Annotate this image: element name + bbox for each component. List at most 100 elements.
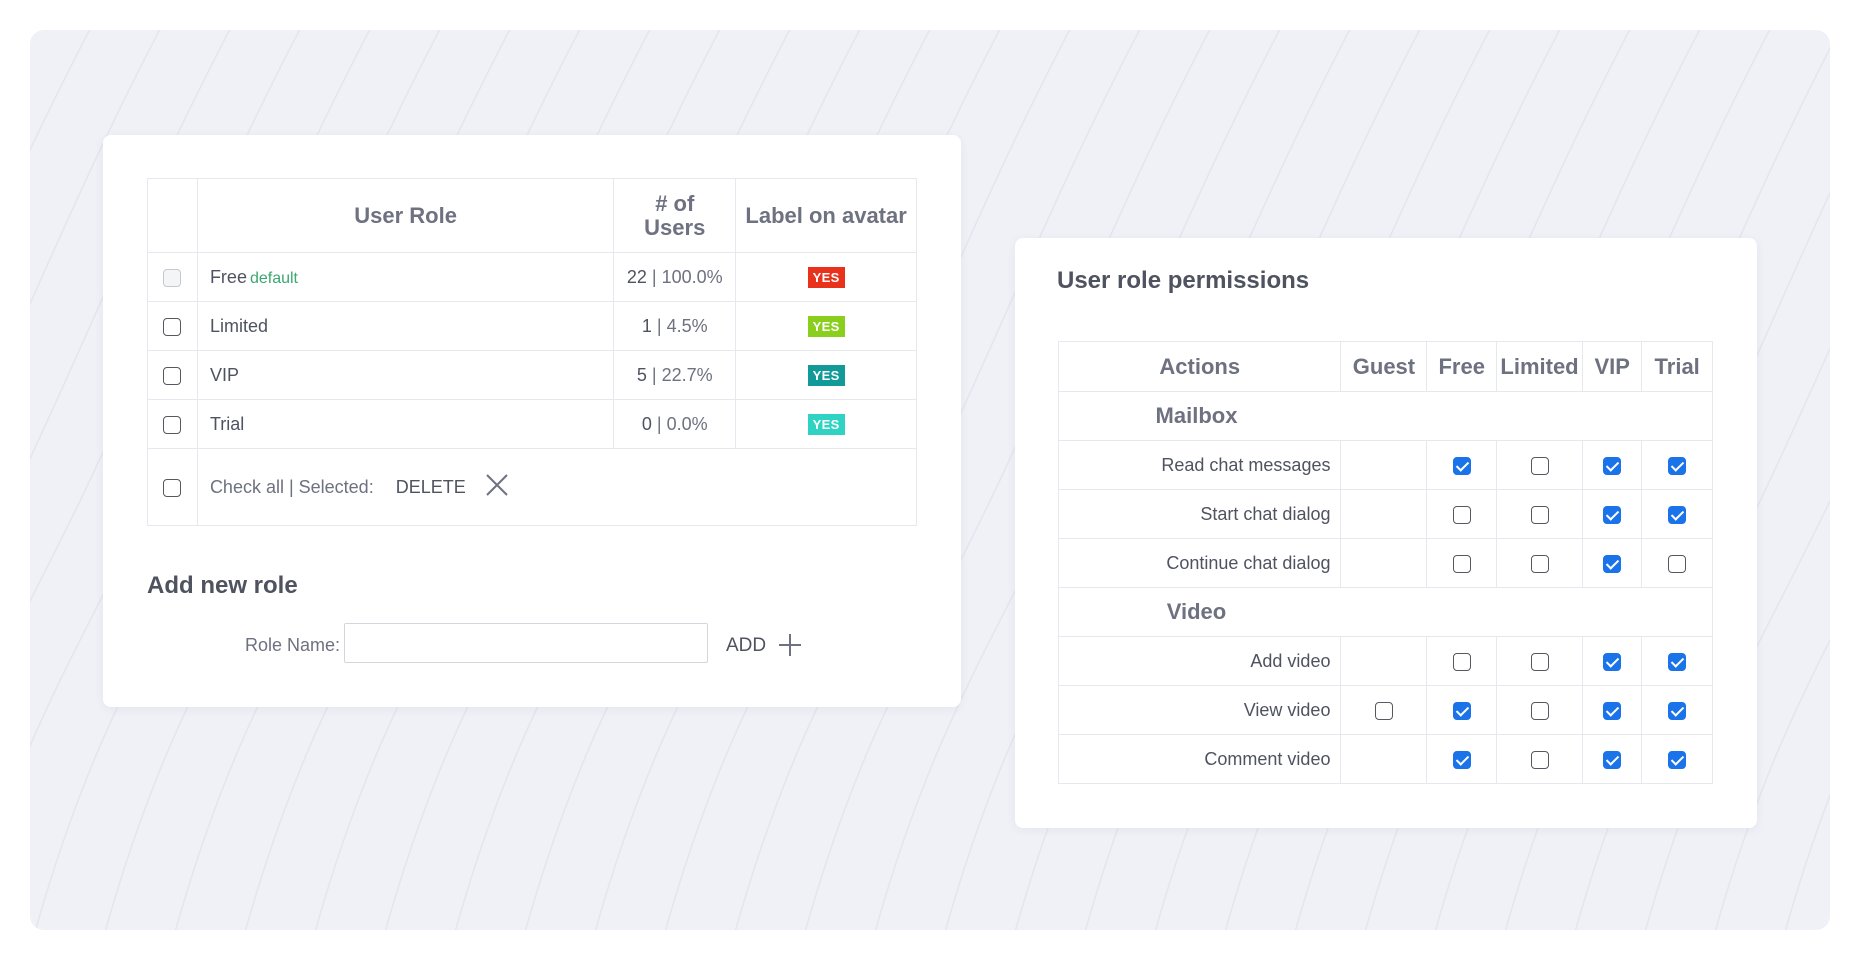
permission-cell: [1581, 685, 1643, 735]
row-checkbox[interactable]: [163, 317, 182, 336]
permissions-header: Actions Guest Free Limited VIP Trial: [1057, 341, 1713, 392]
permission-row: Continue chat dialog: [1057, 538, 1713, 588]
action-label: View video: [1057, 685, 1342, 735]
role-name: VIP: [209, 364, 239, 385]
permission-cell: [1496, 538, 1583, 588]
permission-cell: [1426, 489, 1498, 539]
section-title: Video: [1166, 599, 1227, 624]
permission-cell: [1340, 538, 1428, 588]
row-checkbox-cell: [147, 301, 198, 351]
footer-actions: Check all | Selected: DELETE: [196, 448, 918, 526]
permission-cell: [1641, 440, 1713, 490]
add-button[interactable]: ADD: [726, 635, 766, 657]
check-all-checkbox[interactable]: [163, 478, 182, 497]
permission-cell: [1340, 734, 1428, 784]
check-all-cell: [147, 448, 198, 526]
permission-checkbox[interactable]: [1668, 750, 1687, 769]
row-checkbox[interactable]: [163, 366, 182, 385]
permission-checkbox[interactable]: [1374, 701, 1393, 720]
permission-row: Add video: [1057, 636, 1713, 686]
permission-cell: [1426, 440, 1498, 490]
user-percent: 22.7%: [661, 364, 713, 385]
status-badge[interactable]: YES: [807, 414, 845, 435]
permission-checkbox[interactable]: [1668, 701, 1687, 720]
plus-icon[interactable]: [777, 632, 803, 663]
status-badge[interactable]: YES: [807, 316, 845, 337]
permission-cell: [1340, 489, 1428, 539]
permission-checkbox[interactable]: [1603, 701, 1622, 720]
permission-checkbox[interactable]: [1452, 456, 1471, 475]
status-badge[interactable]: YES: [807, 267, 845, 288]
row-checkbox-cell: [147, 252, 198, 302]
permission-checkbox[interactable]: [1452, 505, 1471, 524]
permission-cell: [1496, 685, 1583, 735]
role-name: Trial: [209, 413, 245, 434]
role-name-input[interactable]: [344, 623, 708, 663]
permission-checkbox[interactable]: [1668, 505, 1687, 524]
permission-checkbox[interactable]: [1530, 505, 1549, 524]
avatar-label-cell: YES: [735, 301, 917, 351]
col-vip: VIP: [1581, 341, 1643, 392]
permission-checkbox[interactable]: [1530, 554, 1549, 573]
permission-checkbox[interactable]: [1603, 456, 1622, 475]
permissions-table: Actions Guest Free Limited VIP Trial Mai…: [1057, 341, 1713, 784]
permission-section-row: Video: [1058, 587, 1713, 637]
action-label: Continue chat dialog: [1057, 538, 1342, 588]
section-title: Mailbox: [1155, 403, 1238, 428]
avatar-label-cell: YES: [735, 399, 917, 449]
count-separator: |: [646, 266, 662, 287]
permission-checkbox[interactable]: [1530, 750, 1549, 769]
count-separator: |: [646, 364, 662, 385]
col-limited: Limited: [1496, 341, 1583, 392]
col-guest: Guest: [1340, 341, 1428, 392]
permission-cell: [1641, 734, 1713, 784]
role-name-cell: Trial: [196, 399, 615, 449]
permission-checkbox[interactable]: [1452, 701, 1471, 720]
table-row: VIP 5 | 22.7% YES: [147, 350, 917, 400]
permission-checkbox[interactable]: [1668, 652, 1687, 671]
permissions-title: User role permissions: [1057, 267, 1310, 294]
close-icon[interactable]: [485, 473, 509, 502]
row-checkbox[interactable]: [163, 415, 182, 434]
permission-checkbox[interactable]: [1603, 750, 1622, 769]
status-badge[interactable]: YES: [807, 365, 845, 386]
permission-checkbox[interactable]: [1530, 652, 1549, 671]
avatar-label-cell: YES: [735, 252, 917, 302]
delete-button[interactable]: DELETE: [396, 477, 466, 497]
permission-checkbox[interactable]: [1603, 505, 1622, 524]
permission-checkbox[interactable]: [1530, 456, 1549, 475]
permission-checkbox[interactable]: [1603, 554, 1622, 573]
role-name-cell: Limited: [196, 301, 615, 351]
permission-row: Comment video: [1057, 734, 1713, 784]
user-count: 5: [636, 364, 647, 385]
permission-cell: [1496, 489, 1583, 539]
row-checkbox-cell: [147, 350, 198, 400]
page-background: User Role # of Users Label on avatar Fre…: [30, 30, 1830, 930]
permission-cell: [1340, 636, 1428, 686]
permission-checkbox[interactable]: [1668, 456, 1687, 475]
action-label: Add video: [1057, 636, 1342, 686]
default-tag: default: [249, 269, 298, 287]
permission-cell: [1426, 734, 1498, 784]
permission-cell: [1641, 636, 1713, 686]
role-name-label: Role Name:: [245, 635, 341, 655]
roles-table: User Role # of Users Label on avatar Fre…: [147, 178, 918, 526]
permission-checkbox[interactable]: [1452, 554, 1471, 573]
permission-cell: [1426, 538, 1498, 588]
roles-card: User Role # of Users Label on avatar Fre…: [103, 135, 961, 707]
permission-checkbox[interactable]: [1452, 652, 1471, 671]
permission-section-cell: Mailbox: [1058, 391, 1713, 441]
user-count-cell: 0 | 0.0%: [613, 399, 737, 449]
user-percent: 100.0%: [661, 266, 723, 287]
permission-cell: [1340, 685, 1428, 735]
permission-checkbox[interactable]: [1530, 701, 1549, 720]
avatar-label-cell: YES: [735, 350, 917, 400]
user-count-cell: 22 | 100.0%: [613, 252, 737, 302]
user-count-cell: 1 | 4.5%: [613, 301, 737, 351]
permission-checkbox[interactable]: [1668, 554, 1687, 573]
permission-cell: [1641, 538, 1713, 588]
permission-checkbox[interactable]: [1603, 652, 1622, 671]
permissions-card: User role permissions Actions Guest Free…: [1015, 238, 1757, 828]
count-separator: |: [651, 413, 667, 434]
permission-checkbox[interactable]: [1452, 750, 1471, 769]
